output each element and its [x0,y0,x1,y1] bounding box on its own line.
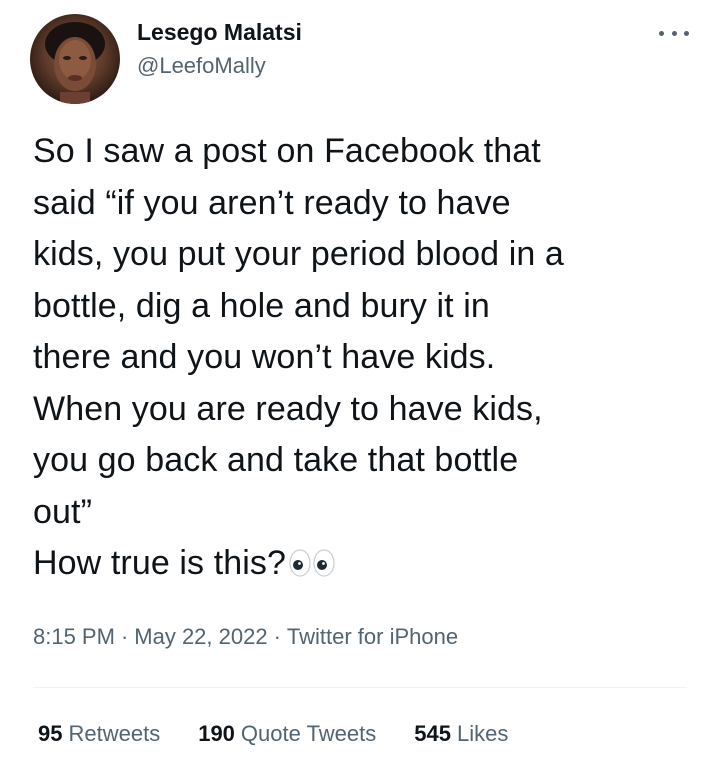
quote-tweets-stat[interactable]: 190 Quote Tweets [198,719,376,749]
retweets-label: Retweets [68,721,161,746]
retweets-count: 95 [38,721,63,746]
dot [671,30,677,36]
tweet-date[interactable]: May 22, 2022 [134,624,267,649]
tweet-body: So I saw a post on Facebook that said “i… [33,132,564,582]
eyes-icon [289,549,335,577]
tweet-text: So I saw a post on Facebook that said “i… [33,126,703,590]
author-handle[interactable]: @LeefoMally [137,51,302,81]
retweets-stat[interactable]: 95 Retweets [38,719,160,749]
likes-count: 545 [414,721,451,746]
meta-separator: · [273,624,281,649]
tweet-card: Lesego Malatsi @LeefoMally So I saw a po… [0,0,720,774]
divider [33,687,687,688]
quote-tweets-count: 190 [198,721,235,746]
tweet-source[interactable]: Twitter for iPhone [287,624,458,649]
likes-stat[interactable]: 545 Likes [414,719,508,749]
author-info[interactable]: Lesego Malatsi @LeefoMally [137,17,302,81]
dot [684,30,689,36]
avatar-photo [45,22,105,104]
tweet-meta: 8:15 PM · May 22, 2022 · Twitter for iPhone [33,622,458,652]
quote-tweets-label: Quote Tweets [240,721,377,746]
more-options-icon[interactable] [659,28,689,38]
tweet-stats: 95 Retweets 190 Quote Tweets 545 Likes [38,719,508,749]
meta-separator: · [120,624,129,649]
dot [659,30,664,36]
tweet-time[interactable]: 8:15 PM [33,624,115,649]
likes-label: Likes [456,721,509,746]
avatar[interactable] [30,14,120,104]
author-display-name[interactable]: Lesego Malatsi [137,17,302,47]
